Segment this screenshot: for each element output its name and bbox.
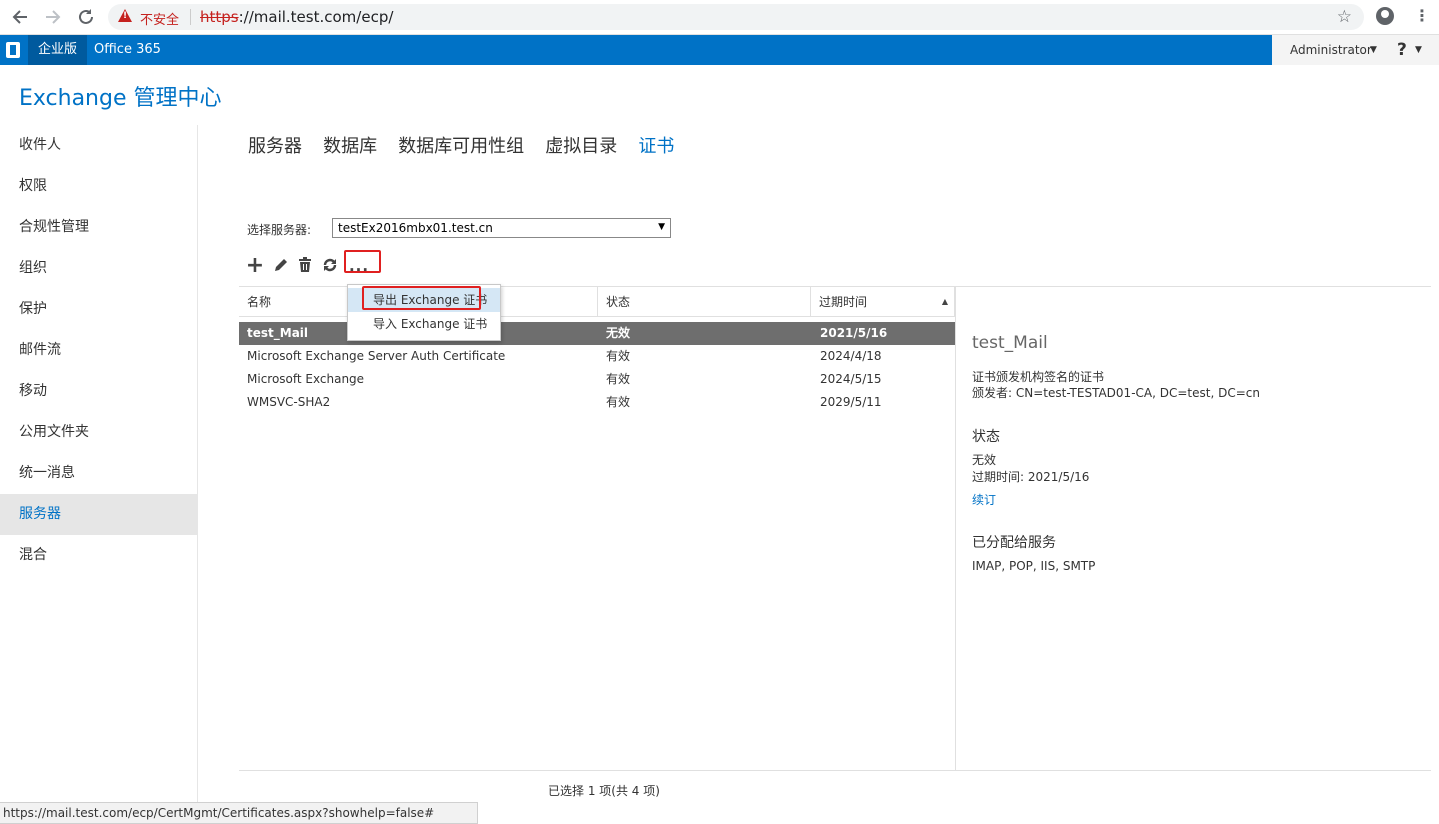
nav-item-servers[interactable]: 服务器 [0, 494, 197, 535]
o365-header: 企业版 Office 365 Administrator ▼ ? ▼ [0, 35, 1439, 65]
table-row[interactable]: WMSVC-SHA2 有效 2029/5/11 [239, 391, 955, 414]
selection-count: 已选择 1 项(共 4 项) [548, 784, 660, 798]
column-header-expires[interactable]: 过期时间 ▲ [811, 287, 955, 317]
detail-status-value: 无效 [972, 453, 997, 467]
tab-virtual-directories[interactable]: 虚拟目录 [545, 132, 617, 158]
browser-status-bar: https://mail.test.com/ecp/CertMgmt/Certi… [0, 802, 478, 824]
delete-icon[interactable] [295, 256, 315, 276]
nav-item-public-folders[interactable]: 公用文件夹 [0, 412, 197, 453]
certificates-table: 名称 状态 过期时间 ▲ test_Mail 无效 2021/5/16 Micro… [239, 286, 955, 771]
url-scheme: https [200, 8, 239, 26]
more-options-highlight [344, 250, 381, 273]
detail-status-heading: 状态 [972, 429, 1000, 445]
column-header-status[interactable]: 状态 [598, 287, 811, 317]
warning-icon [118, 9, 132, 22]
detail-services: IMAP, POP, IIS, SMTP [972, 559, 1096, 573]
nav-item-unified-messaging[interactable]: 统一消息 [0, 453, 197, 494]
reload-icon[interactable] [75, 6, 97, 28]
url-rest: ://mail.test.com/ecp/ [238, 8, 394, 26]
cell-name: Microsoft Exchange Server Auth Certifica… [247, 349, 506, 363]
column-header-status-label: 状态 [606, 295, 631, 309]
nav-item-recipients[interactable]: 收件人 [0, 125, 197, 166]
column-header-name-label: 名称 [247, 295, 272, 309]
nav-item-permissions[interactable]: 权限 [0, 166, 197, 207]
detail-title: test_Mail [972, 333, 1048, 353]
details-pane: test_Mail 证书颁发机构签名的证书 颁发者: CN=test-TESTA… [955, 286, 1431, 771]
refresh-icon[interactable] [320, 256, 340, 276]
tab-servers[interactable]: 服务器 [248, 132, 302, 158]
detail-issuer: 颁发者: CN=test-TESTAD01-CA, DC=test, DC=cn [972, 386, 1260, 400]
renew-link[interactable]: 续订 [972, 491, 996, 508]
column-header-expires-label: 过期时间 [819, 295, 868, 309]
left-nav: 收件人 权限 合规性管理 组织 保护 邮件流 移动 公用文件夹 统一消息 服务器… [0, 125, 198, 805]
detail-expires: 过期时间: 2021/5/16 [972, 470, 1090, 484]
cell-expires: 2029/5/11 [820, 395, 882, 409]
cell-name: test_Mail [247, 326, 309, 340]
edit-icon[interactable] [271, 256, 291, 276]
office-logo-icon[interactable] [6, 42, 20, 58]
detail-services-heading: 已分配给服务 [972, 535, 1056, 551]
page-title: Exchange 管理中心 [19, 86, 222, 111]
nav-item-mobile[interactable]: 移动 [0, 371, 197, 412]
nav-item-compliance[interactable]: 合规性管理 [0, 207, 197, 248]
bookmark-star-icon[interactable]: ☆ [1337, 7, 1352, 27]
sub-tabs: 服务器 数据库 数据库可用性组 虚拟目录 证书 [248, 132, 690, 158]
forward-icon[interactable] [42, 6, 64, 28]
admin-name[interactable]: Administrator [1290, 35, 1372, 65]
table-row[interactable]: Microsoft Exchange 有效 2024/5/15 [239, 368, 955, 391]
tab-dag[interactable]: 数据库可用性组 [398, 132, 524, 158]
help-icon[interactable]: ? [1397, 35, 1407, 65]
office365-link[interactable]: Office 365 [94, 35, 161, 65]
omnibox-separator [190, 9, 191, 25]
chevron-down-icon[interactable]: ▼ [1370, 35, 1377, 65]
user-menu[interactable]: Administrator ▼ ? ▼ [1272, 35, 1439, 65]
nav-item-hybrid[interactable]: 混合 [0, 535, 197, 576]
export-menu-highlight [362, 286, 481, 310]
tab-databases[interactable]: 数据库 [323, 132, 377, 158]
chevron-down-icon[interactable]: ▼ [1415, 35, 1422, 65]
cell-expires: 2021/5/16 [820, 326, 888, 340]
address-bar[interactable]: 不安全 https://mail.test.com/ecp/ ☆ [108, 4, 1364, 30]
insecure-label: 不安全 [140, 13, 180, 28]
menu-item-import-certificate[interactable]: 导入 Exchange 证书 [348, 312, 500, 336]
dropdown-caret-icon: ▼ [658, 222, 665, 232]
server-select-value: testEx2016mbx01.test.cn [338, 221, 493, 235]
nav-item-mail-flow[interactable]: 邮件流 [0, 330, 197, 371]
profile-icon[interactable] [1376, 7, 1394, 25]
nav-item-organization[interactable]: 组织 [0, 248, 197, 289]
cell-status: 有效 [606, 395, 631, 409]
server-select[interactable]: testEx2016mbx01.test.cn ▼ [332, 218, 671, 238]
edition-label[interactable]: 企业版 [28, 35, 88, 65]
url-text: https://mail.test.com/ecp/ [200, 8, 393, 26]
browser-toolbar: 不安全 https://mail.test.com/ecp/ ☆ ⋮ [0, 0, 1439, 35]
nav-item-protection[interactable]: 保护 [0, 289, 197, 330]
cell-name: WMSVC-SHA2 [247, 395, 331, 409]
server-select-label: 选择服务器: [247, 223, 312, 237]
cell-expires: 2024/4/18 [820, 349, 882, 363]
cell-name: Microsoft Exchange [247, 372, 365, 386]
cell-status: 无效 [606, 326, 631, 340]
back-icon[interactable] [9, 6, 31, 28]
add-icon[interactable]: + [245, 255, 265, 277]
cell-status: 有效 [606, 372, 631, 386]
table-row[interactable]: Microsoft Exchange Server Auth Certifica… [239, 345, 955, 368]
browser-menu-icon[interactable]: ⋮ [1414, 6, 1430, 25]
sort-ascending-icon: ▲ [941, 297, 948, 306]
cell-status: 有效 [606, 349, 631, 363]
cell-expires: 2024/5/15 [820, 372, 882, 386]
tab-certificates[interactable]: 证书 [638, 132, 674, 158]
detail-kind: 证书颁发机构签名的证书 [972, 370, 1105, 384]
